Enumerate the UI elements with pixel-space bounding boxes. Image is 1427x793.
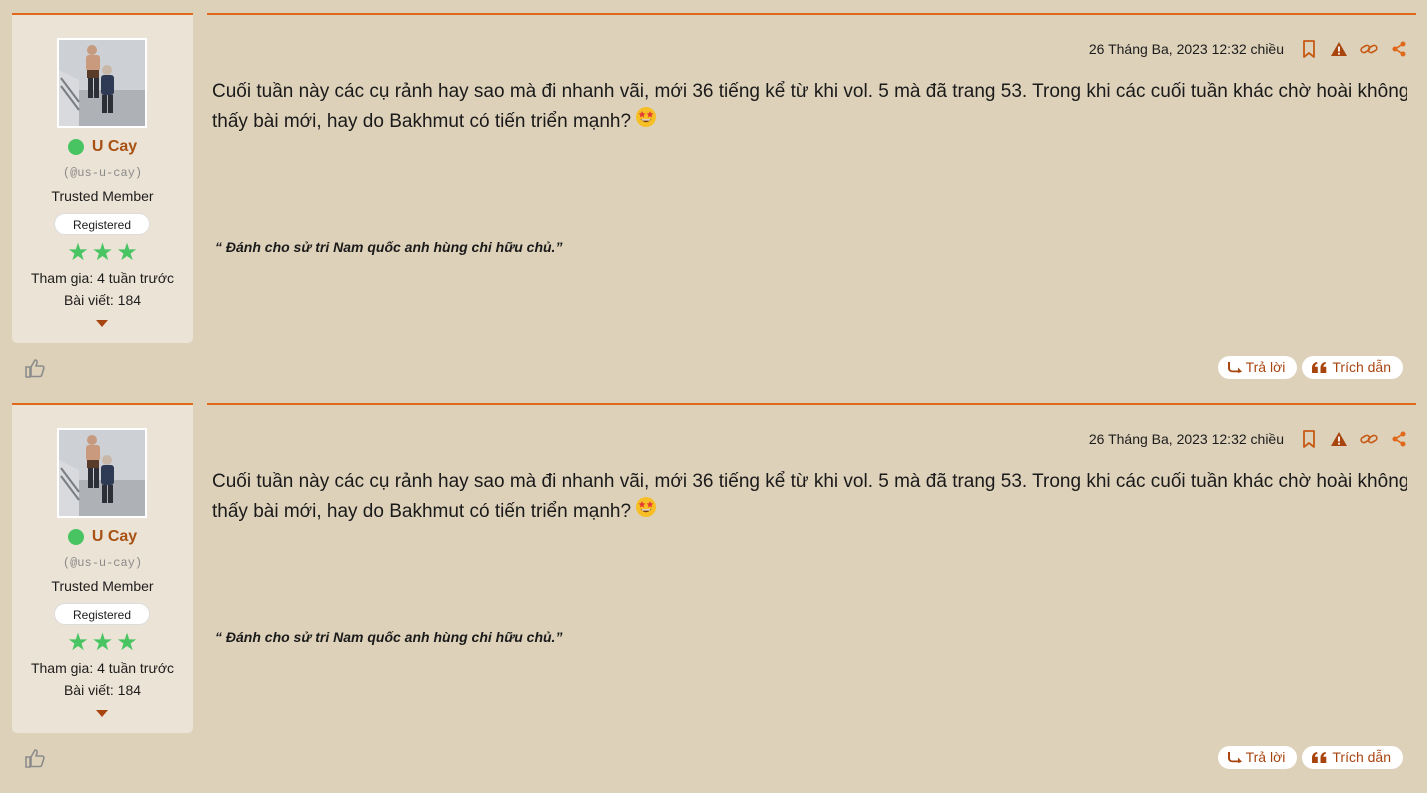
user-rank-stars: ★ ★ ★	[12, 630, 193, 656]
post-actions: Trả lời Trích dẫn	[1217, 746, 1403, 769]
username-row: U Cay	[12, 137, 193, 157]
post-body: Cuối tuần này các cụ rảnh hay sao mà đi …	[212, 77, 1407, 136]
post-body-line: thấy bài mới, hay do Bakhmut có tiến tri…	[212, 501, 632, 522]
link-icon[interactable]	[1360, 430, 1378, 448]
share-icon[interactable]	[1390, 40, 1408, 58]
user-joined: Tham gia: 4 tuần trước	[30, 270, 175, 286]
avatar[interactable]	[57, 428, 147, 518]
post-content: 26 Tháng Ba, 2023 12:32 chiều Cuối tuần …	[207, 403, 1416, 777]
star-struck-emoji-icon	[636, 497, 657, 517]
link-icon[interactable]	[1360, 40, 1378, 58]
report-icon[interactable]	[1330, 430, 1348, 448]
star-icon: ★	[67, 239, 89, 266]
quote-label: Trích dẫn	[1332, 749, 1391, 765]
reply-label: Trả lời	[1245, 359, 1286, 375]
star-icon: ★	[91, 239, 114, 266]
post-content: 26 Tháng Ba, 2023 12:32 chiều Cuối tuần …	[207, 13, 1416, 387]
user-title: Trusted Member	[51, 578, 154, 594]
post-date[interactable]: 26 Tháng Ba, 2023 12:32 chiều	[1089, 431, 1284, 447]
quote-icon	[1312, 361, 1327, 373]
user-badge: Registered	[54, 213, 150, 235]
quote-icon	[1312, 751, 1327, 763]
share-icon[interactable]	[1390, 430, 1408, 448]
reply-icon	[1227, 751, 1242, 763]
user-handle: (@us-u-cay)	[62, 556, 143, 570]
online-status-icon	[67, 529, 84, 545]
post-actions: Trả lời Trích dẫn	[1217, 356, 1403, 379]
like-icon[interactable]	[24, 357, 46, 379]
quote-button[interactable]: Trích dẫn	[1302, 746, 1403, 769]
reply-label: Trả lời	[1245, 749, 1286, 765]
user-rank-stars: ★ ★ ★	[12, 240, 193, 266]
post-body-line: Cuối tuần này các cụ rảnh hay sao mà đi …	[212, 471, 1407, 492]
bookmark-icon[interactable]	[1300, 40, 1318, 58]
user-card: U Cay (@us-u-cay) Trusted Member Registe…	[12, 403, 193, 733]
user-post-count: Bài viết: 184	[63, 682, 142, 698]
post-signature: “ Đánh cho sử tri Nam quốc anh hùng chi …	[215, 629, 563, 645]
user-card: U Cay (@us-u-cay) Trusted Member Registe…	[12, 13, 193, 343]
post-header: 26 Tháng Ba, 2023 12:32 chiều	[1089, 429, 1416, 449]
star-icon: ★	[91, 629, 114, 656]
post-body: Cuối tuần này các cụ rảnh hay sao mà đi …	[212, 467, 1407, 526]
expand-caret-icon[interactable]	[96, 320, 108, 327]
report-icon[interactable]	[1330, 40, 1348, 58]
post-date[interactable]: 26 Tháng Ba, 2023 12:32 chiều	[1089, 41, 1284, 57]
like-icon[interactable]	[24, 747, 46, 769]
forum-post: U Cay (@us-u-cay) Trusted Member Registe…	[0, 390, 1427, 780]
post-header: 26 Tháng Ba, 2023 12:32 chiều	[1089, 39, 1416, 59]
avatar[interactable]	[57, 38, 147, 128]
user-handle: (@us-u-cay)	[62, 166, 143, 180]
reply-button[interactable]: Trả lời	[1217, 356, 1298, 379]
reply-button[interactable]: Trả lời	[1217, 746, 1298, 769]
username[interactable]: U Cay	[92, 528, 137, 546]
reply-icon	[1227, 361, 1242, 373]
expand-caret-icon[interactable]	[96, 710, 108, 717]
post-body-line: thấy bài mới, hay do Bakhmut có tiến tri…	[212, 111, 632, 132]
star-icon: ★	[116, 629, 138, 656]
star-icon: ★	[116, 239, 138, 266]
username[interactable]: U Cay	[92, 138, 137, 156]
post-body-line: Cuối tuần này các cụ rảnh hay sao mà đi …	[212, 81, 1407, 102]
star-icon: ★	[67, 629, 89, 656]
user-post-count: Bài viết: 184	[63, 292, 142, 308]
bookmark-icon[interactable]	[1300, 430, 1318, 448]
post-signature: “ Đánh cho sử tri Nam quốc anh hùng chi …	[215, 239, 563, 255]
user-joined: Tham gia: 4 tuần trước	[30, 660, 175, 676]
forum-post: U Cay (@us-u-cay) Trusted Member Registe…	[0, 0, 1427, 390]
avatar-image	[59, 430, 145, 516]
quote-label: Trích dẫn	[1332, 359, 1391, 375]
user-badge: Registered	[54, 603, 150, 625]
username-row: U Cay	[12, 527, 193, 547]
user-title: Trusted Member	[51, 188, 154, 204]
avatar-image	[59, 40, 145, 126]
quote-button[interactable]: Trích dẫn	[1302, 356, 1403, 379]
star-struck-emoji-icon	[636, 107, 657, 127]
online-status-icon	[67, 139, 84, 155]
